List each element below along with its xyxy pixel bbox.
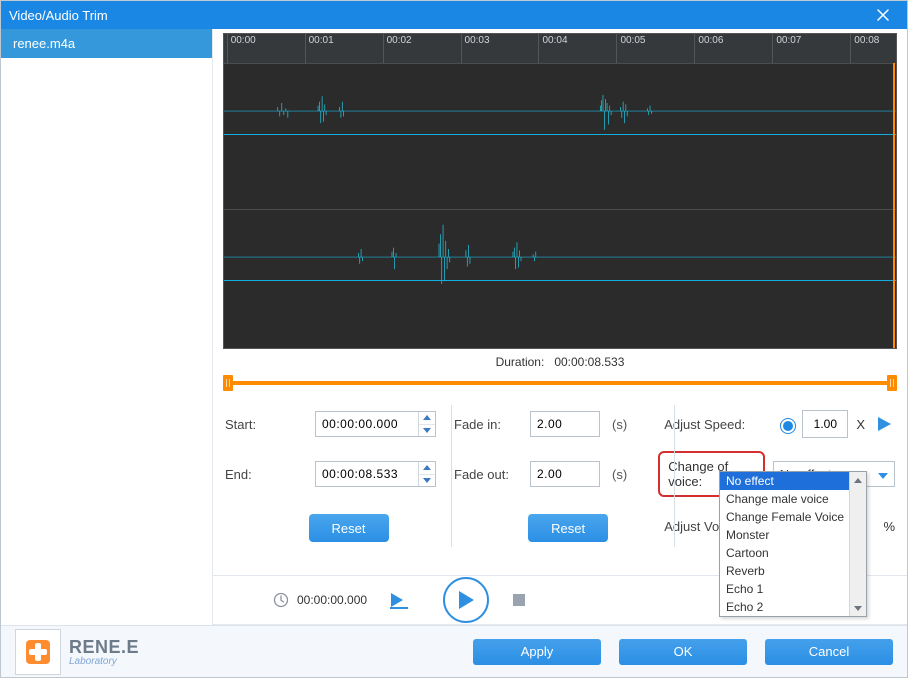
scroll-down-button[interactable] (850, 600, 866, 616)
playhead-marker[interactable] (893, 63, 895, 348)
speed-suffix: X (856, 417, 865, 432)
fade-out-unit: (s) (608, 467, 627, 482)
waveform-channel-right (224, 209, 896, 350)
voice-option[interactable]: Reverb (720, 562, 866, 580)
fade-in-input[interactable] (531, 412, 599, 436)
brand-logo (15, 629, 61, 675)
brand-line1: RENE.E (69, 637, 139, 658)
ruler-tick-label: 00:05 (620, 35, 645, 46)
voice-option[interactable]: Monster (720, 526, 866, 544)
stop-icon (513, 594, 525, 606)
dropdown-scrollbar[interactable] (849, 472, 866, 616)
chevron-up-icon (423, 415, 431, 420)
titlebar: Video/Audio Trim (1, 1, 907, 29)
ruler-tick-label: 00:03 (465, 35, 490, 46)
close-icon (877, 9, 889, 21)
brand-logo-icon (23, 637, 53, 667)
clock-icon (273, 592, 289, 608)
apply-button[interactable]: Apply (473, 639, 601, 665)
ruler-tick-label: 00:00 (231, 35, 256, 46)
brand-text: RENE.E Laboratory (69, 637, 139, 667)
duration-label: Duration: (496, 355, 545, 369)
slider-thumb[interactable] (781, 419, 795, 433)
chevron-down-icon (423, 428, 431, 433)
footer: RENE.E Laboratory Apply OK Cancel (1, 625, 907, 677)
set-end-icon (389, 591, 411, 609)
play-icon (457, 590, 475, 610)
trim-start-handle[interactable] (223, 375, 233, 391)
chevron-up-icon (423, 465, 431, 470)
chevron-up-icon (854, 478, 862, 483)
sidebar-item[interactable]: renee.m4a (1, 29, 212, 58)
fade-out-field[interactable] (530, 461, 600, 487)
set-end-button[interactable] (389, 591, 411, 609)
change-of-voice-dropdown[interactable]: No effect Change male voice Change Femal… (719, 471, 867, 617)
adjust-volume-suffix: % (883, 519, 895, 534)
scroll-up-button[interactable] (850, 472, 866, 488)
waveform-display[interactable] (223, 63, 897, 349)
fade-out-label: Fade out: (454, 467, 522, 482)
spin-down-button[interactable] (419, 474, 435, 487)
ruler-tick-label: 00:04 (542, 35, 567, 46)
spinner-buttons (418, 462, 435, 486)
ruler-tick-label: 00:07 (776, 35, 801, 46)
voice-option[interactable]: Change Female Voice (720, 508, 866, 526)
fade-out-input[interactable] (531, 462, 599, 486)
end-time-input[interactable] (316, 462, 418, 486)
voice-option[interactable]: No effect (720, 472, 866, 490)
stop-button[interactable] (505, 586, 533, 614)
voice-option[interactable]: Echo 2 (720, 598, 866, 616)
ruler-tick-label: 00:01 (309, 35, 334, 46)
spin-up-button[interactable] (419, 412, 435, 424)
start-time-input[interactable] (316, 412, 418, 436)
duration-value: 00:00:08.533 (554, 355, 624, 369)
trim-end-handle[interactable] (887, 375, 897, 391)
play-button[interactable] (443, 577, 489, 623)
file-sidebar: renee.m4a (1, 29, 213, 677)
window-title: Video/Audio Trim (9, 8, 867, 23)
ruler-tick-label: 00:08 (854, 35, 879, 46)
ruler-tick-label: 00:02 (387, 35, 412, 46)
speed-slider[interactable] (780, 417, 788, 431)
fade-in-unit: (s) (608, 417, 627, 432)
divider (451, 405, 452, 547)
trim-track (227, 381, 893, 385)
start-time-label: Start: (225, 417, 307, 432)
play-icon (876, 416, 892, 432)
voice-option[interactable]: Change male voice (720, 490, 866, 508)
cancel-button[interactable]: Cancel (765, 639, 893, 665)
fade-in-label: Fade in: (454, 417, 522, 432)
waveform-axis (224, 134, 896, 135)
spinner-buttons (418, 412, 435, 436)
trim-range[interactable] (223, 375, 897, 391)
start-time-field[interactable] (315, 411, 436, 437)
chevron-down-icon (854, 606, 862, 611)
adjust-speed-label: Adjust Speed: (664, 417, 772, 432)
speed-value-input[interactable] (802, 410, 848, 438)
ruler-tick-label: 00:06 (698, 35, 723, 46)
voice-option[interactable]: Echo 1 (720, 580, 866, 598)
close-button[interactable] (867, 1, 899, 29)
duration-readout: Duration: 00:00:08.533 (223, 349, 897, 375)
reset-fades-button[interactable]: Reset (528, 514, 608, 542)
divider (674, 405, 675, 547)
end-time-label: End: (225, 467, 307, 482)
voice-option[interactable]: Cartoon (720, 544, 866, 562)
spin-up-button[interactable] (419, 462, 435, 474)
spin-down-button[interactable] (419, 424, 435, 437)
speed-preview-button[interactable] (873, 413, 895, 435)
timeline-ruler[interactable]: 00:00 00:01 00:02 00:03 00:04 00:05 00:0… (223, 33, 897, 63)
waveform-left-icon (224, 64, 896, 158)
chevron-down-icon (423, 478, 431, 483)
waveform-axis (224, 280, 896, 281)
fade-in-field[interactable] (530, 411, 600, 437)
waveform-right-icon (224, 210, 896, 304)
ok-button[interactable]: OK (619, 639, 747, 665)
end-time-field[interactable] (315, 461, 436, 487)
playback-time: 00:00:00.000 (297, 593, 367, 607)
chevron-down-icon (878, 467, 888, 482)
reset-times-button[interactable]: Reset (309, 514, 389, 542)
brand: RENE.E Laboratory (15, 629, 139, 675)
waveform-channel-left (224, 63, 896, 204)
